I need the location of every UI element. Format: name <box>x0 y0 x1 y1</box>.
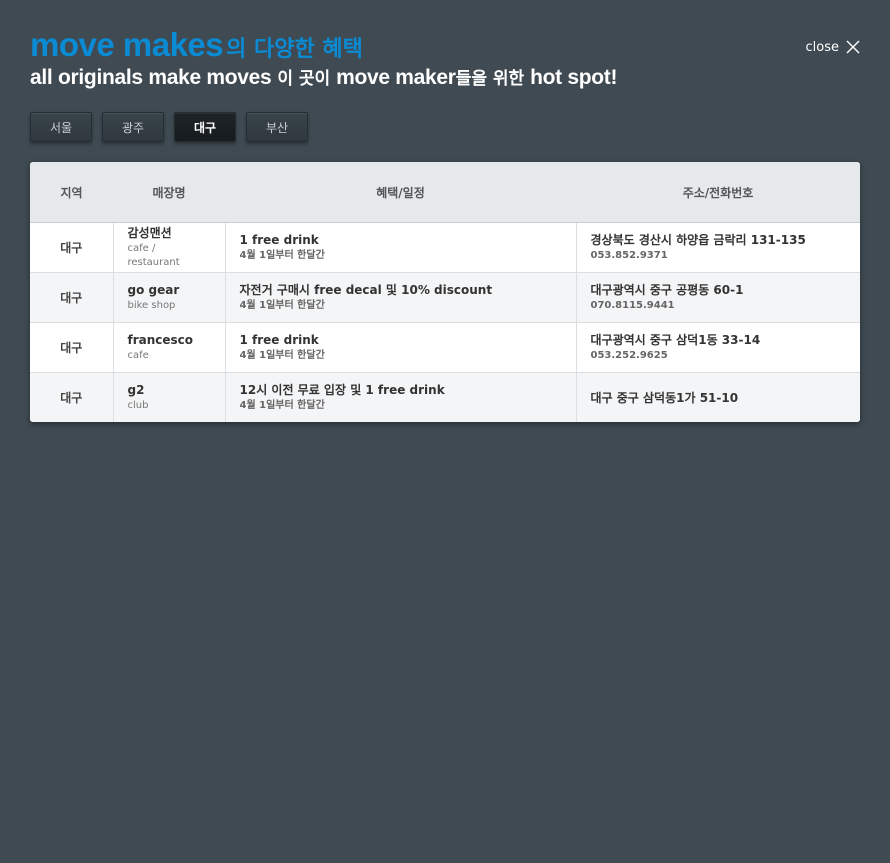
table-row: 대구 감성맨션 cafe / restaurant 1 free drink 4… <box>30 222 860 273</box>
store-name: francesco <box>127 333 194 347</box>
row-benefit: 12시 이전 무료 입장 및 1 free drink 4월 1일부터 한달간 <box>225 372 577 422</box>
benefit-text: 12시 이전 무료 입장 및 1 free drink <box>239 383 445 397</box>
subtitle-part1: all originals make moves <box>30 66 272 89</box>
row-store: go gear bike shop <box>113 272 226 323</box>
close-label: close <box>805 39 839 55</box>
row-store: 감성맨션 cafe / restaurant <box>113 222 226 273</box>
row-address: 대구광역시 중구 삼덕1동 33-14 053.252.9625 <box>576 322 860 373</box>
benefit-schedule: 4월 1일부터 한달간 <box>239 250 325 261</box>
header: move makes 의 다양한 혜택 all originals make mo… <box>30 24 860 94</box>
brand-title-suffix: 의 다양한 혜택 <box>226 37 363 62</box>
row-address: 대구광역시 중구 공평동 60-1 070.8115.9441 <box>576 272 860 323</box>
row-benefit: 1 free drink 4월 1일부터 한달간 <box>225 322 577 373</box>
tab-busan[interactable]: 부산 <box>246 112 308 142</box>
benefit-schedule: 4월 1일부터 한달간 <box>239 300 325 311</box>
store-type: club <box>127 400 149 411</box>
address-text: 대구광역시 중구 삼덕1동 33-14 <box>590 333 761 347</box>
subtitle-part3: move maker <box>336 66 456 89</box>
store-type: cafe / restaurant <box>127 243 180 268</box>
row-region: 대구 <box>30 372 114 422</box>
header-benefit: 혜택/일정 <box>225 162 576 223</box>
table-row: 대구 go gear bike shop 자전거 구매시 free decal … <box>30 272 860 323</box>
page-subtitle: all originals make moves 이 곳이 move maker… <box>30 64 618 90</box>
tab-gwangju[interactable]: 광주 <box>102 112 164 142</box>
close-x-icon <box>846 40 860 54</box>
row-address: 대구 중구 삼덕동1가 51-10 <box>576 372 860 422</box>
header-region: 지역 <box>30 162 113 223</box>
region-tabs: 서울 광주 대구 부산 <box>30 112 308 142</box>
tab-daegu[interactable]: 대구 <box>174 112 236 142</box>
store-name: 감성맨션 <box>127 226 172 240</box>
row-region: 대구 <box>30 322 114 373</box>
row-region: 대구 <box>30 222 114 273</box>
table-row: 대구 g2 club 12시 이전 무료 입장 및 1 free drink 4… <box>30 372 860 422</box>
row-benefit: 1 free drink 4월 1일부터 한달간 <box>225 222 577 273</box>
table-header-row: 지역 매장명 혜택/일정 주소/전화번호 <box>30 162 860 223</box>
phone-number: 053.252.9625 <box>590 350 668 361</box>
row-benefit: 자전거 구매시 free decal 및 10% discount 4월 1일부… <box>225 272 577 323</box>
address-text: 대구 중구 삼덕동1가 51-10 <box>590 390 739 405</box>
brand-title: move makes <box>30 26 224 63</box>
store-name: g2 <box>127 383 145 397</box>
phone-number: 070.8115.9441 <box>590 300 675 311</box>
subtitle-part2: 이 곳이 <box>271 69 337 89</box>
close-button[interactable]: close <box>806 37 860 57</box>
phone-number: 053.852.9371 <box>590 250 668 261</box>
header-address: 주소/전화번호 <box>576 162 860 223</box>
store-name: go gear <box>127 283 180 297</box>
table-row: 대구 francesco cafe 1 free drink 4월 1일부터 한… <box>30 322 860 373</box>
address-text: 대구광역시 중구 공평동 60-1 <box>590 283 744 297</box>
row-address: 경상북도 경산시 하양읍 금락리 131-135 053.852.9371 <box>576 222 860 273</box>
benefit-text: 1 free drink <box>239 333 319 347</box>
store-type: bike shop <box>127 300 176 311</box>
hot-spot-table: 지역 매장명 혜택/일정 주소/전화번호 대구 감성맨션 cafe / rest… <box>30 162 860 422</box>
hot-spot-table-panel: 지역 매장명 혜택/일정 주소/전화번호 대구 감성맨션 cafe / rest… <box>30 162 860 422</box>
benefit-text: 1 free drink <box>239 233 319 247</box>
address-text: 경상북도 경산시 하양읍 금락리 131-135 <box>590 233 806 247</box>
benefit-schedule: 4월 1일부터 한달간 <box>239 350 325 361</box>
subtitle-part4: 들을 위한 <box>455 69 531 89</box>
row-store: francesco cafe <box>113 322 226 373</box>
subtitle-part5: hot spot! <box>530 66 618 89</box>
tab-seoul[interactable]: 서울 <box>30 112 92 142</box>
benefit-text: 자전거 구매시 free decal 및 10% discount <box>239 283 493 297</box>
row-region: 대구 <box>30 272 114 323</box>
store-type: cafe <box>127 350 149 361</box>
row-store: g2 club <box>113 372 226 422</box>
header-store: 매장명 <box>113 162 225 223</box>
benefit-schedule: 4월 1일부터 한달간 <box>239 400 325 411</box>
page-title: move makes 의 다양한 혜택 <box>30 26 363 64</box>
